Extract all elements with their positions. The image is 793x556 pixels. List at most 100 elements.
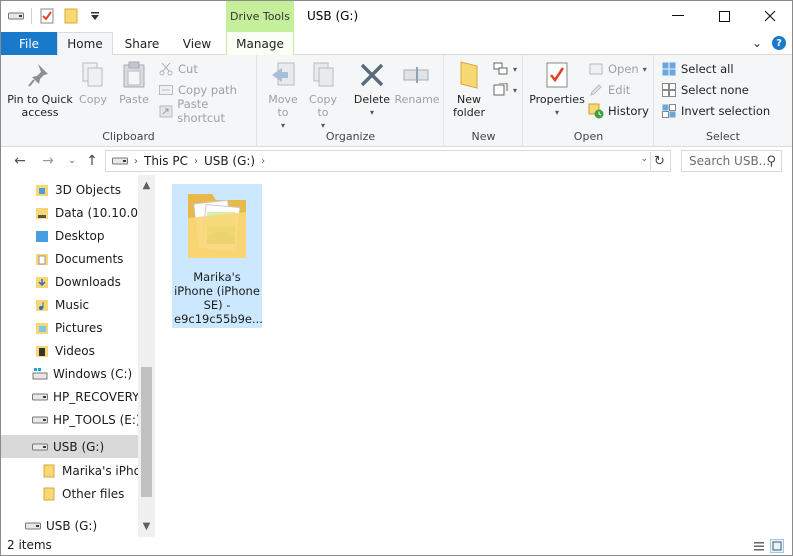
- pin-to-quick-access-button[interactable]: Pin to Quick access: [7, 59, 73, 119]
- copy-to-button[interactable]: Copy to ▾: [304, 59, 342, 132]
- expand-ribbon-icon[interactable]: ⌄: [752, 36, 762, 50]
- tab-manage[interactable]: Manage: [226, 32, 294, 55]
- easy-access-button[interactable]: ▾: [493, 80, 517, 100]
- nav-item-pictures[interactable]: Pictures: [1, 316, 138, 339]
- nav-item-downloads[interactable]: Downloads: [1, 270, 138, 293]
- delete-label: Delete: [353, 93, 391, 106]
- open-button[interactable]: Open ▾: [588, 59, 647, 79]
- properties-checkmark-icon[interactable]: [38, 7, 56, 25]
- nav-item-other-files[interactable]: Other files: [1, 482, 138, 505]
- nav-item-label: Marika's iPhon: [62, 463, 138, 478]
- rename-button[interactable]: Rename: [394, 59, 440, 106]
- nav-item-usb-g-root[interactable]: USB (G:): [1, 514, 138, 537]
- history-button[interactable]: History: [588, 101, 649, 121]
- close-button[interactable]: [747, 1, 793, 31]
- nav-item-videos[interactable]: Videos: [1, 339, 138, 362]
- scroll-up-icon[interactable]: ▲: [138, 177, 155, 194]
- back-button[interactable]: ←: [11, 152, 29, 170]
- breadcrumb-this-pc[interactable]: This PC ›: [144, 154, 198, 168]
- breadcrumb-usb-g[interactable]: USB (G:) ›: [204, 154, 265, 168]
- tab-share[interactable]: Share: [116, 32, 168, 55]
- nav-item-hp-tools[interactable]: HP_TOOLS (E:): [1, 408, 138, 431]
- nav-item-3d-objects[interactable]: 3D Objects: [1, 178, 138, 201]
- file-tile-marikas-iphone[interactable]: Marika's iPhone (iPhone SE) - e9c19c55b9…: [172, 184, 263, 328]
- edit-button[interactable]: Edit: [588, 80, 630, 100]
- customize-toolbar-icon[interactable]: [86, 7, 104, 25]
- address-drive-icon-seg: ›: [112, 156, 138, 167]
- copy-to-icon: [307, 59, 339, 91]
- new-folder-button[interactable]: New folder: [449, 59, 489, 119]
- nav-item-music[interactable]: Music: [1, 293, 138, 316]
- invert-selection-button[interactable]: Invert selection: [661, 101, 770, 121]
- network-drive-icon: [34, 205, 50, 221]
- windows-drive-icon: [32, 366, 48, 382]
- breadcrumb-label: This PC: [144, 154, 188, 168]
- address-history-dropdown-icon[interactable]: ⌄: [640, 154, 648, 164]
- nav-scrollbar[interactable]: ▲ ▼: [138, 175, 155, 537]
- nav-item-label: Music: [55, 297, 90, 312]
- delete-button[interactable]: Delete ▾: [352, 59, 392, 119]
- file-list: Marika's iPhone (iPhone SE) - e9c19c55b9…: [158, 175, 792, 537]
- forward-button[interactable]: →: [39, 152, 57, 170]
- downloads-folder-icon: [34, 274, 50, 290]
- search-placeholder: Search USB...: [689, 154, 771, 168]
- breadcrumb-label: USB (G:): [203, 154, 256, 168]
- nav-item-desktop[interactable]: Desktop: [1, 224, 138, 247]
- nav-item-documents[interactable]: Documents: [1, 247, 138, 270]
- paste-shortcut-button[interactable]: Paste shortcut: [158, 97, 256, 125]
- new-folder-icon[interactable]: [62, 7, 80, 25]
- folder-icon: [41, 486, 57, 502]
- details-view-icon[interactable]: [752, 539, 766, 553]
- tab-file[interactable]: File: [1, 32, 57, 55]
- scissors-icon: [158, 61, 174, 77]
- properties-button[interactable]: Properties ▾: [528, 59, 586, 119]
- move-to-button[interactable]: Move to ▾: [264, 59, 302, 132]
- large-icons-view-icon[interactable]: [770, 539, 784, 553]
- up-arrow-icon: ↑: [86, 153, 98, 169]
- help-icon[interactable]: ?: [772, 36, 786, 50]
- rename-icon: [401, 59, 433, 91]
- music-folder-icon: [34, 297, 50, 313]
- file-name: Marika's iPhone (iPhone SE) - e9c19c55b9…: [174, 270, 263, 326]
- nav-item-windows-c[interactable]: Windows (C:): [1, 362, 138, 385]
- tab-view[interactable]: View: [171, 32, 223, 55]
- copy-button[interactable]: Copy: [76, 59, 110, 106]
- nav-item-data-network[interactable]: Data (10.10.0.30: [1, 201, 138, 224]
- ribbon-tabs: File Home Share View Manage ⌄ ?: [1, 32, 792, 56]
- edit-label: Edit: [608, 83, 631, 97]
- maximize-icon: [718, 10, 730, 22]
- address-bar[interactable]: › This PC › USB (G:) › ⌄ ↻: [105, 150, 671, 172]
- new-item-button[interactable]: ▾: [493, 59, 517, 79]
- copy-path-label: Copy path: [178, 83, 237, 97]
- nav-item-label: HP_TOOLS (E:): [53, 412, 138, 427]
- nav-item-label: USB (G:): [53, 439, 105, 454]
- delete-x-icon: [356, 59, 388, 91]
- refresh-icon[interactable]: ↻: [650, 152, 668, 170]
- maximize-button[interactable]: [701, 1, 747, 31]
- drive-tools-context-title: Drive Tools: [226, 1, 294, 32]
- cut-label: Cut: [178, 62, 198, 76]
- paste-button[interactable]: Paste: [117, 59, 151, 106]
- new-folder-label: New folder: [453, 93, 485, 119]
- window-title: USB (G:): [307, 9, 359, 23]
- recent-locations-button[interactable]: ⌄: [63, 152, 81, 170]
- minimize-button[interactable]: [655, 1, 701, 31]
- scroll-down-icon[interactable]: ▼: [138, 518, 155, 535]
- scroll-thumb[interactable]: [141, 367, 152, 497]
- edit-pencil-icon: [588, 82, 604, 98]
- search-input[interactable]: Search USB... ⚲: [681, 150, 782, 172]
- up-button[interactable]: ↑: [83, 152, 101, 170]
- new-group: New folder ▾ ▾ New: [445, 55, 523, 147]
- nav-item-usb-g[interactable]: USB (G:): [1, 435, 138, 458]
- move-to-icon: [267, 59, 299, 91]
- properties-dropdown-icon: ▾: [554, 108, 559, 117]
- nav-item-marikas-iphone[interactable]: Marika's iPhon: [1, 459, 138, 482]
- cut-button[interactable]: Cut: [158, 59, 198, 79]
- select-none-button[interactable]: Select none: [661, 80, 749, 100]
- view-switcher: [752, 539, 784, 553]
- select-all-button[interactable]: Select all: [661, 59, 734, 79]
- paste-label: Paste: [119, 93, 149, 106]
- tab-home[interactable]: Home: [57, 32, 113, 56]
- nav-item-hp-recovery[interactable]: HP_RECOVERY (: [1, 385, 138, 408]
- drive-icon[interactable]: [7, 7, 25, 25]
